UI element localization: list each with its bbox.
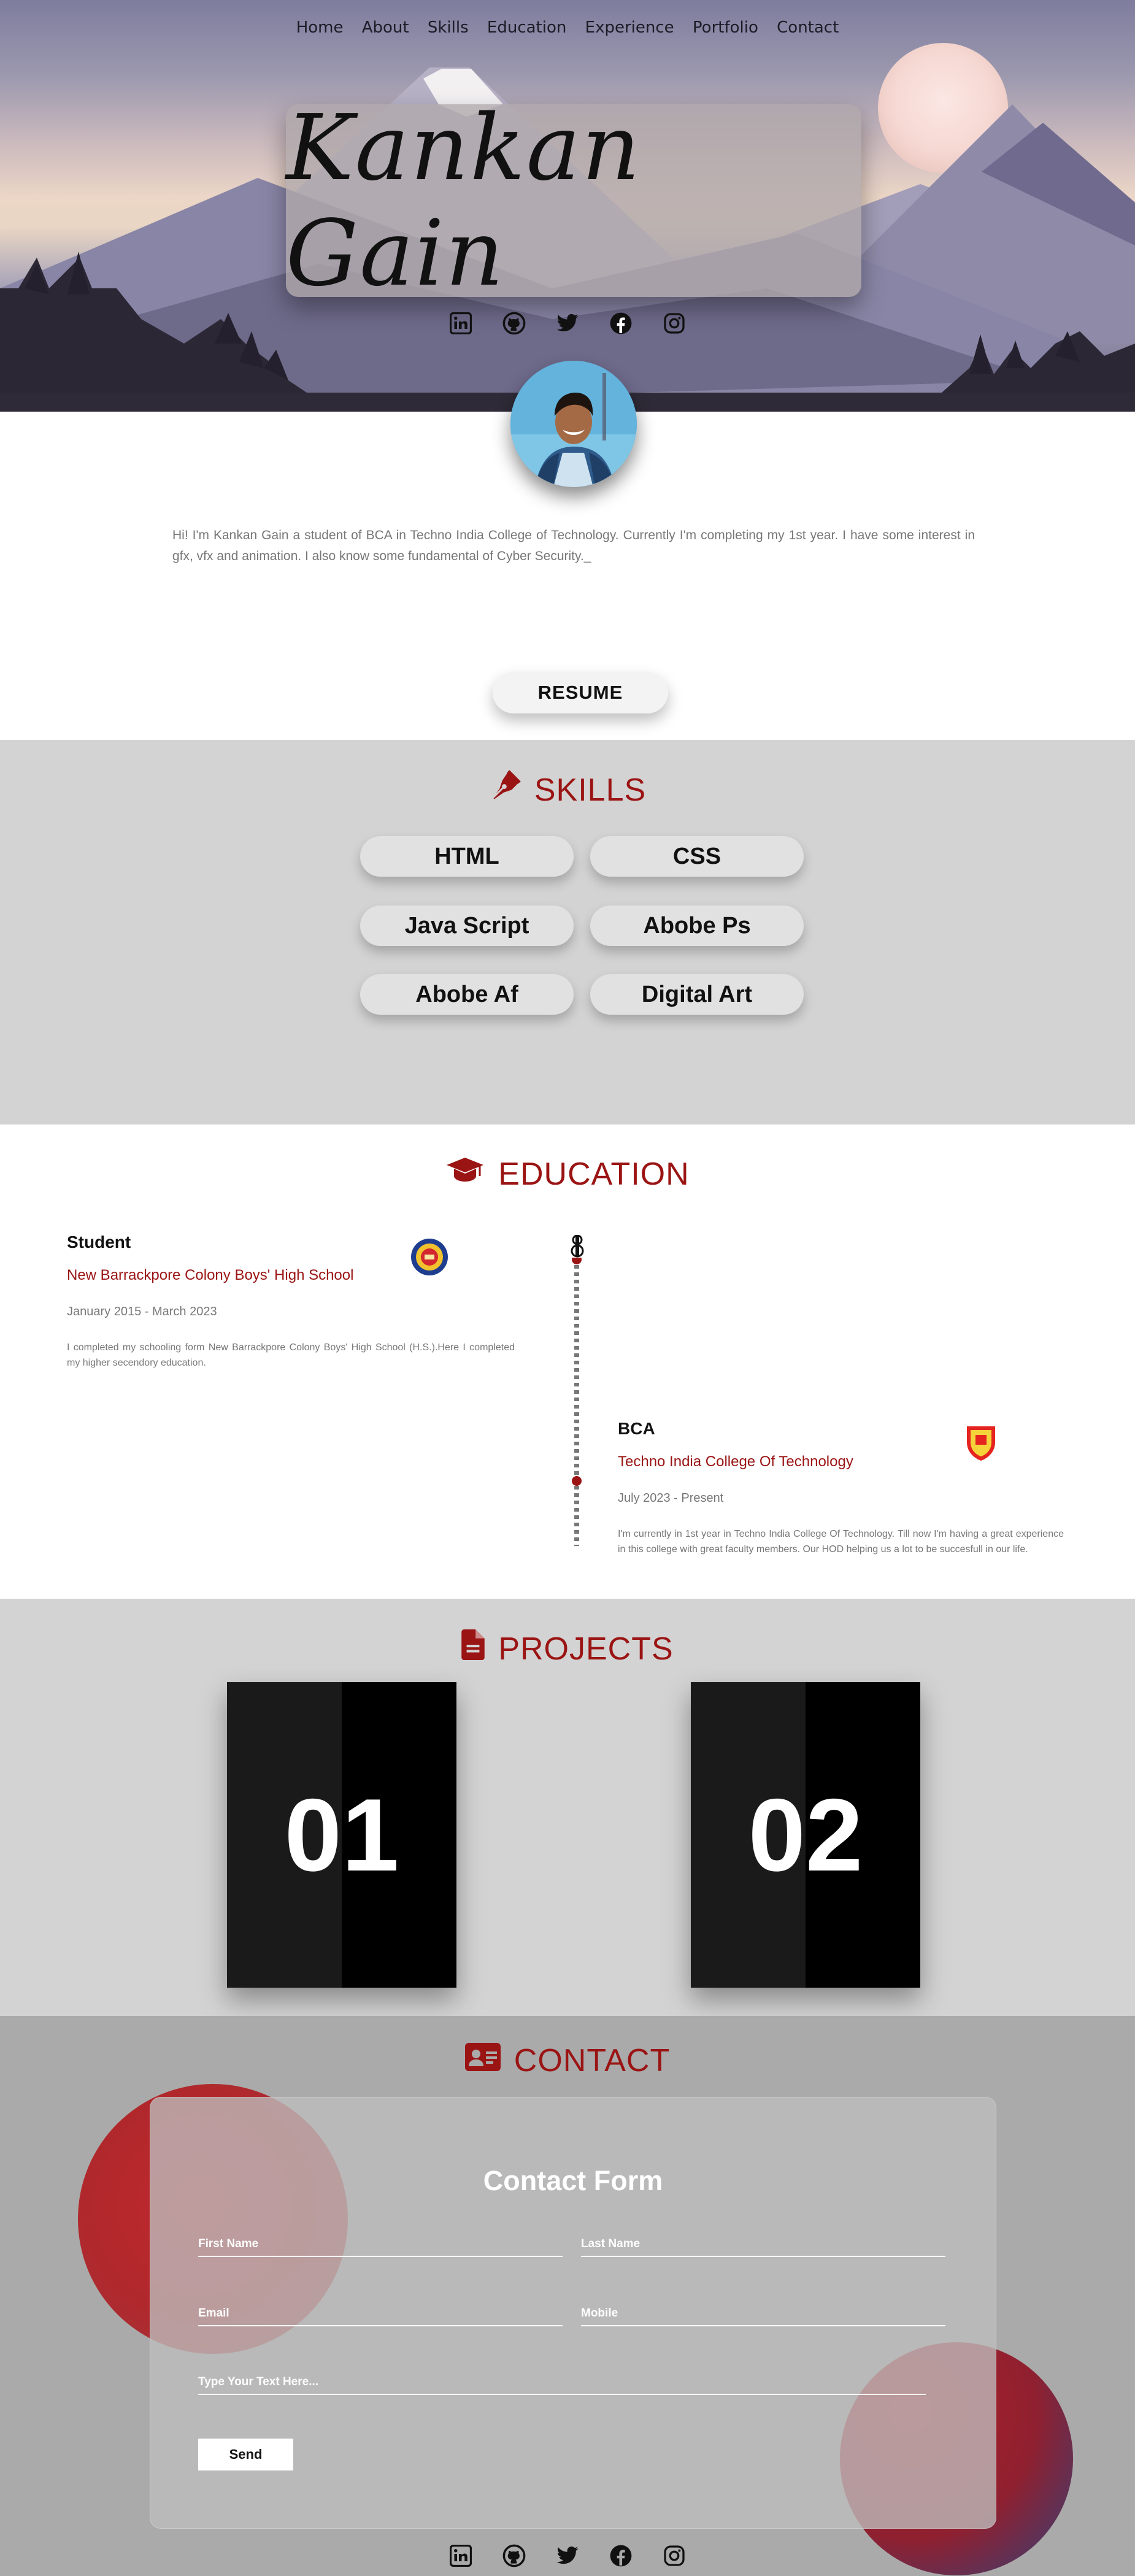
facebook-icon[interactable] [609,2543,633,2568]
skill-digital-art[interactable]: Digital Art [590,974,804,1015]
school-logo [410,1237,449,1277]
contact-heading: CONTACT [0,2042,1135,2079]
twitter-icon[interactable] [555,2543,580,2568]
github-icon[interactable] [502,2543,526,2568]
project-number: 02 [748,1777,863,1893]
nav-contact[interactable]: Contact [777,18,839,37]
skills-section: SKILLS HTML CSS Java Script Abobe Ps Abo… [0,740,1135,1125]
twitter-icon[interactable] [555,311,580,336]
education-timeline [572,1258,582,1546]
linkedin-icon[interactable] [448,311,473,336]
email-field[interactable]: Email [198,2307,563,2326]
skill-css[interactable]: CSS [590,836,804,877]
nav-portfolio[interactable]: Portfolio [693,18,758,37]
resume-button[interactable]: RESUME [493,672,668,713]
file-icon [461,1629,485,1668]
projects-heading: PROJECTS [0,1629,1135,1668]
education-dates: July 2023 - Present [618,1491,724,1505]
last-name-field[interactable]: Last Name [581,2237,945,2257]
project-card-02[interactable]: 02 [691,1682,920,1988]
education-dates: January 2015 - March 2023 [67,1305,217,1318]
college-logo [962,1423,1000,1462]
hero-section: Home About Skills Education Experience P… [0,0,1135,412]
nav-skills[interactable]: Skills [428,18,469,37]
project-number: 01 [284,1777,399,1893]
timeline-marker-icon [570,1234,585,1259]
name-card: Kankan Gain [286,95,861,306]
project-card-01[interactable]: 01 [227,1682,456,1988]
education-section: EDUCATION Student New Barrackpore Colony… [0,1125,1135,1599]
graduation-cap-icon [445,1155,485,1193]
linkedin-icon[interactable] [448,2543,473,2568]
pen-nib-icon [489,770,521,810]
education-description: I'm currently in 1st year in Techno Indi… [618,1529,1064,1555]
education-heading: EDUCATION [0,1155,1135,1193]
education-title: EDUCATION [498,1156,690,1192]
education-description: I completed my schooling form New Barrac… [67,1342,515,1368]
top-nav: Home About Skills Education Experience P… [0,18,1135,37]
message-field[interactable]: Type Your Text Here... [198,2375,926,2395]
skill-javascript[interactable]: Java Script [360,905,574,946]
skill-photoshop[interactable]: Abobe Ps [590,905,804,946]
hero-name: Kankan Gain [286,95,642,306]
contact-form-title: Contact Form [483,2165,663,2196]
hero-social-links [0,311,1135,336]
projects-section: PROJECTS [0,1599,1135,2016]
about-bio: Hi! I'm Kankan Gain a student of BCA in … [172,528,975,563]
skill-after-effects[interactable]: Abobe Af [360,974,574,1015]
nav-experience[interactable]: Experience [585,18,674,37]
contact-card-icon [464,2042,501,2079]
facebook-icon[interactable] [609,311,633,336]
skills-heading: SKILLS [0,770,1135,810]
skills-title: SKILLS [534,772,647,808]
footer-social-links [0,2543,1135,2568]
contact-title: CONTACT [514,2043,671,2078]
first-name-field[interactable]: First Name [198,2237,563,2257]
contact-form-card: Contact Form First Name Last Name Email … [150,2097,996,2529]
instagram-icon[interactable] [662,311,687,336]
instagram-icon[interactable] [662,2543,687,2568]
nav-education[interactable]: Education [487,18,566,37]
nav-home[interactable]: Home [296,18,344,37]
send-button[interactable]: Send [198,2439,293,2470]
skill-html[interactable]: HTML [360,836,574,877]
mobile-field[interactable]: Mobile [581,2307,945,2326]
projects-title: PROJECTS [498,1631,674,1667]
profile-avatar [510,361,637,487]
github-icon[interactable] [502,311,526,336]
nav-about[interactable]: About [362,18,409,37]
